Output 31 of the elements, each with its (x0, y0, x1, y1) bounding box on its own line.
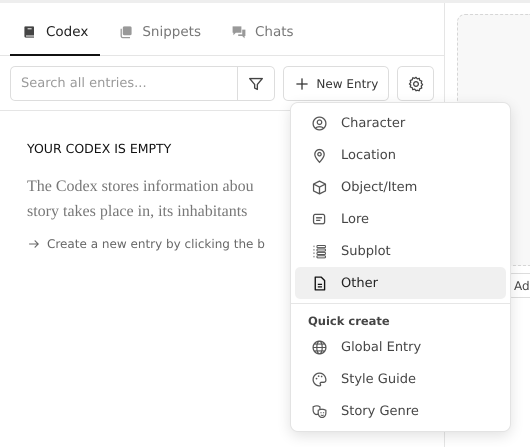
palette-icon (311, 370, 328, 388)
plus-icon (294, 76, 310, 92)
hint-text: Create a new entry by clicking the b (47, 237, 265, 251)
menu-item[interactable]: Object/Item (295, 171, 506, 203)
empty-state-description: The Codex stores information abou story takes place in, its inhabitants (27, 177, 254, 222)
user-circle-icon (311, 114, 328, 132)
settings-button[interactable] (397, 66, 434, 101)
menu-item[interactable]: Style Guide (295, 363, 506, 395)
filter-button[interactable] (238, 66, 276, 101)
menu-item[interactable]: Character (295, 107, 506, 139)
cube-icon (311, 178, 328, 196)
settings-icon (406, 74, 425, 92)
tab[interactable]: Codex (10, 10, 100, 56)
menu-item[interactable]: Subplot (295, 235, 506, 267)
stacked-cards-icon (118, 24, 134, 40)
chat-bubbles-icon (230, 24, 247, 40)
search-field[interactable]: Search all entries... (10, 66, 238, 101)
map-pin-icon (311, 146, 328, 164)
empty-state-title: YOUR CODEX IS EMPTY (27, 141, 172, 156)
menu-item[interactable]: Other (295, 267, 506, 299)
menu-item[interactable]: Lore (295, 203, 506, 235)
menu-section-title: Quick create (307, 313, 391, 330)
menu-item[interactable]: Story Genre (295, 395, 506, 427)
menu-item[interactable]: Global Entry (295, 331, 506, 363)
list-icon (311, 242, 328, 260)
menu-item[interactable]: Location (295, 139, 506, 171)
theater-masks-icon (311, 402, 328, 420)
globe-icon (311, 338, 328, 356)
tab[interactable]: Chats (218, 10, 306, 56)
new-entry-button[interactable]: New Entry (283, 66, 390, 101)
tab[interactable]: Snippets (106, 10, 213, 56)
